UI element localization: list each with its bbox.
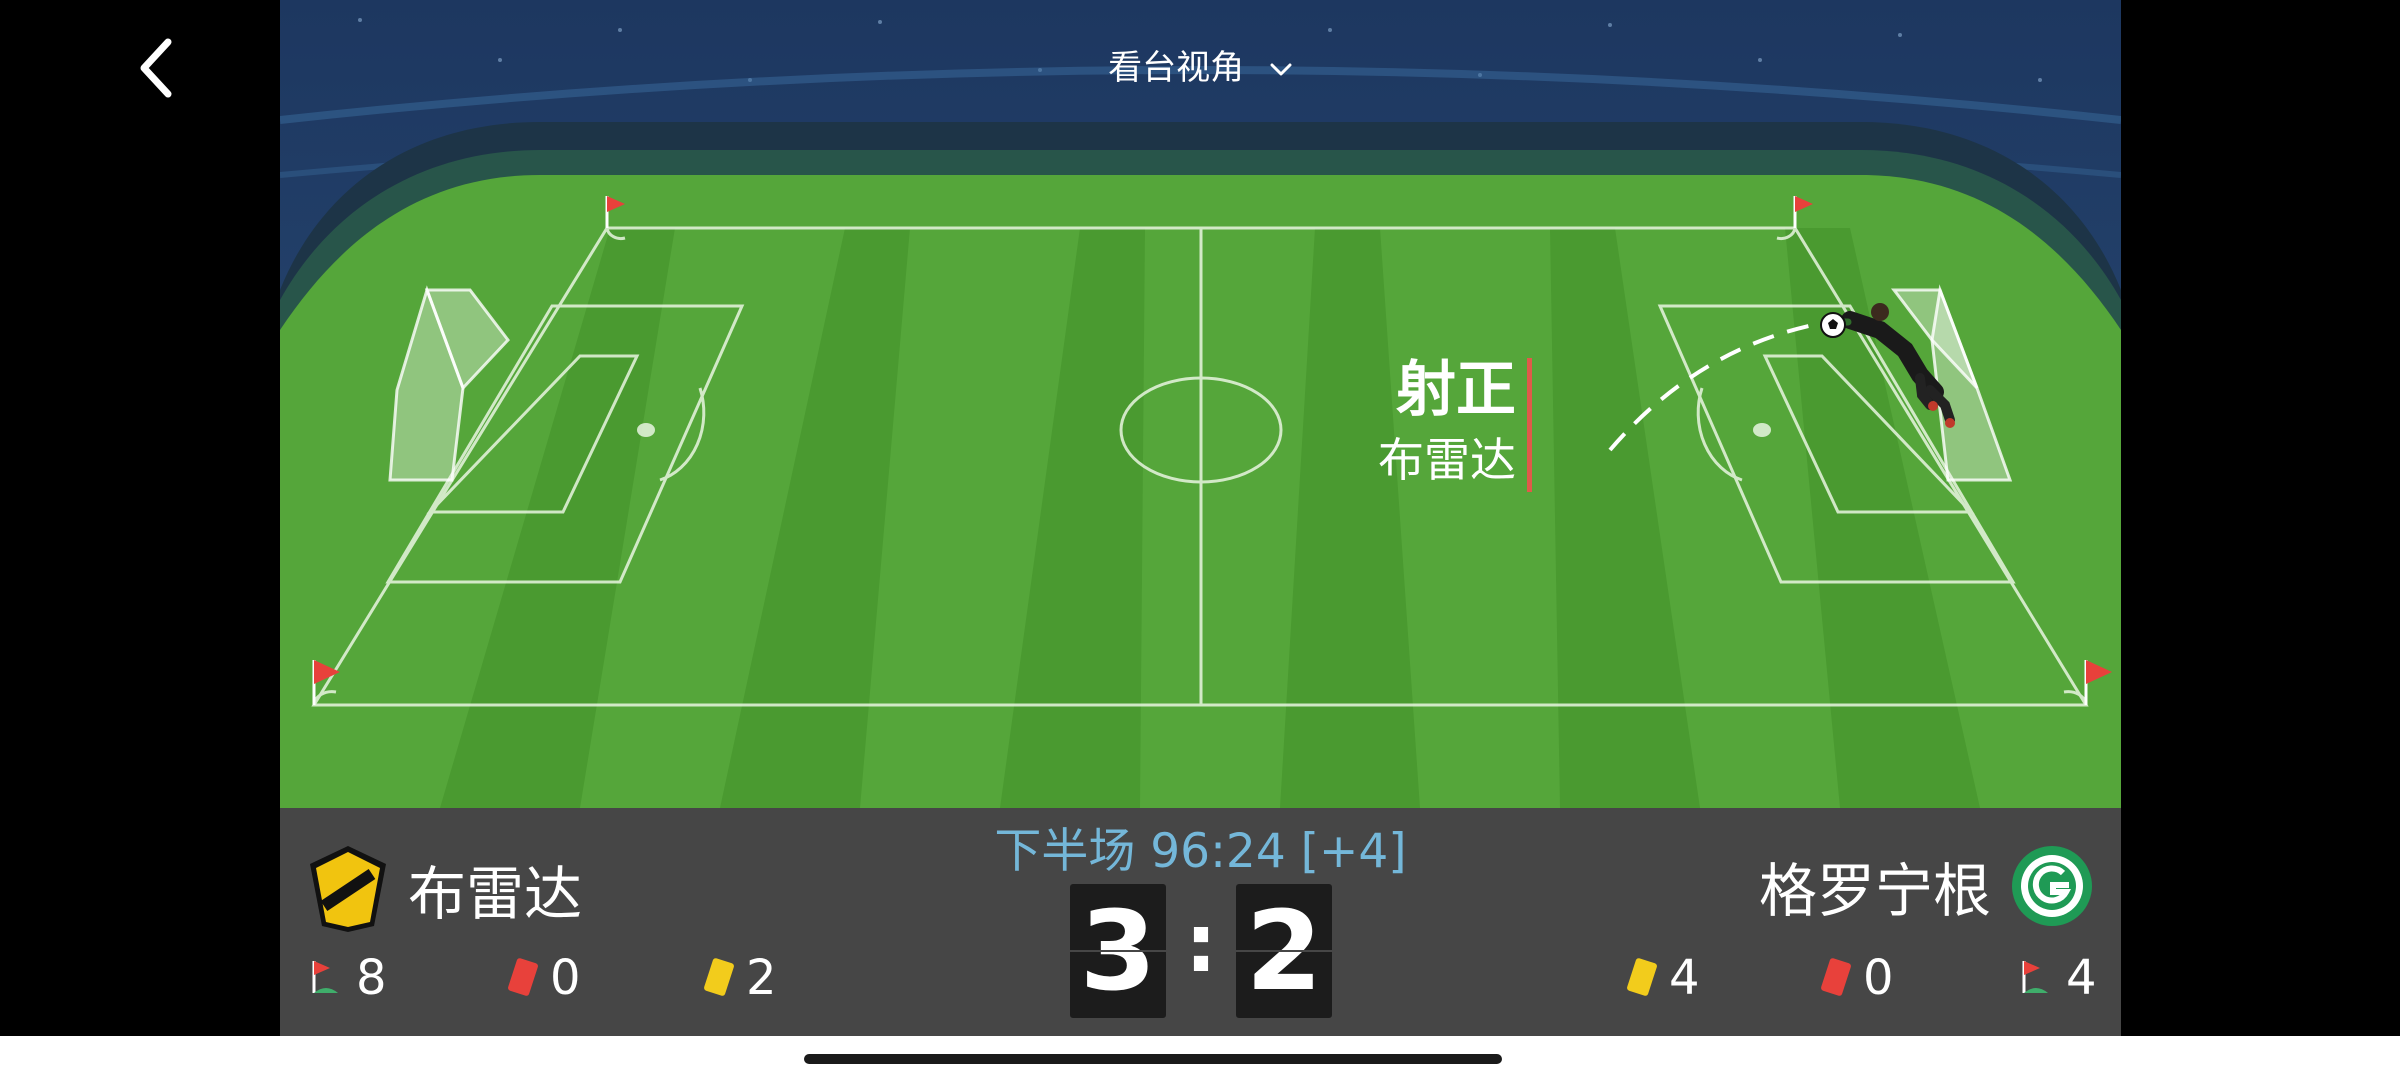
pitch-illustration: [280, 0, 2121, 808]
home-red-cards-stat: 0: [504, 950, 581, 1006]
away-team-name: 格罗宁根: [1758, 857, 1991, 925]
home-corners-count: 8: [356, 950, 387, 1006]
match-stage: 看台视角 射正 布雷达 下半场 96:24 [+4] 布雷达 格罗宁根 3: …: [280, 0, 2121, 1036]
view-selector-label: 看台视角: [1108, 48, 1245, 88]
away-red-cards-count: 0: [1863, 950, 1894, 1006]
away-corners-stat: 4: [2018, 950, 2097, 1006]
home-team: 布雷达: [308, 844, 582, 934]
corner-flag-icon: [2022, 961, 2048, 993]
corner-flag-icon: [312, 961, 338, 993]
home-corners-stat: 8: [308, 950, 387, 1006]
yellow-card-icon: [704, 958, 734, 996]
red-card-icon: [508, 958, 538, 996]
event-team: 布雷达: [1378, 433, 1516, 487]
chevron-down-icon: [1270, 63, 1292, 75]
home-yellow-cards-stat: 2: [700, 950, 777, 1006]
red-card-icon: [1821, 958, 1851, 996]
away-team: 格罗宁根: [1759, 844, 2093, 928]
home-yellow-cards-count: 2: [746, 950, 777, 1006]
home-score: 3: [1070, 884, 1166, 1018]
back-arrow-icon: [140, 38, 172, 98]
home-indicator[interactable]: [804, 1054, 1502, 1064]
yellow-card-icon: [1627, 958, 1657, 996]
scoreboard: 下半场 96:24 [+4] 布雷达 格罗宁根 3 : 2 8 0 2 4 0 …: [280, 808, 2121, 1036]
home-team-badge-icon: [310, 846, 386, 932]
away-score: 2: [1236, 884, 1332, 1018]
away-red-cards-stat: 0: [1817, 950, 1894, 1006]
event-label: 射正 布雷达: [1378, 350, 1532, 492]
away-corners-count: 4: [2066, 950, 2097, 1006]
event-marker-bar: [1527, 358, 1532, 492]
away-yellow-cards-stat: 4: [1623, 950, 1700, 1006]
away-yellow-cards-count: 4: [1669, 950, 1700, 1006]
home-red-cards-count: 0: [550, 950, 581, 1006]
back-button[interactable]: [118, 28, 198, 108]
event-type: 射正: [1396, 355, 1516, 425]
view-selector[interactable]: 看台视角: [280, 40, 2121, 89]
score-separator: :: [1185, 897, 1217, 990]
away-team-badge-icon: [2012, 846, 2092, 926]
home-team-name: 布雷达: [408, 860, 583, 928]
